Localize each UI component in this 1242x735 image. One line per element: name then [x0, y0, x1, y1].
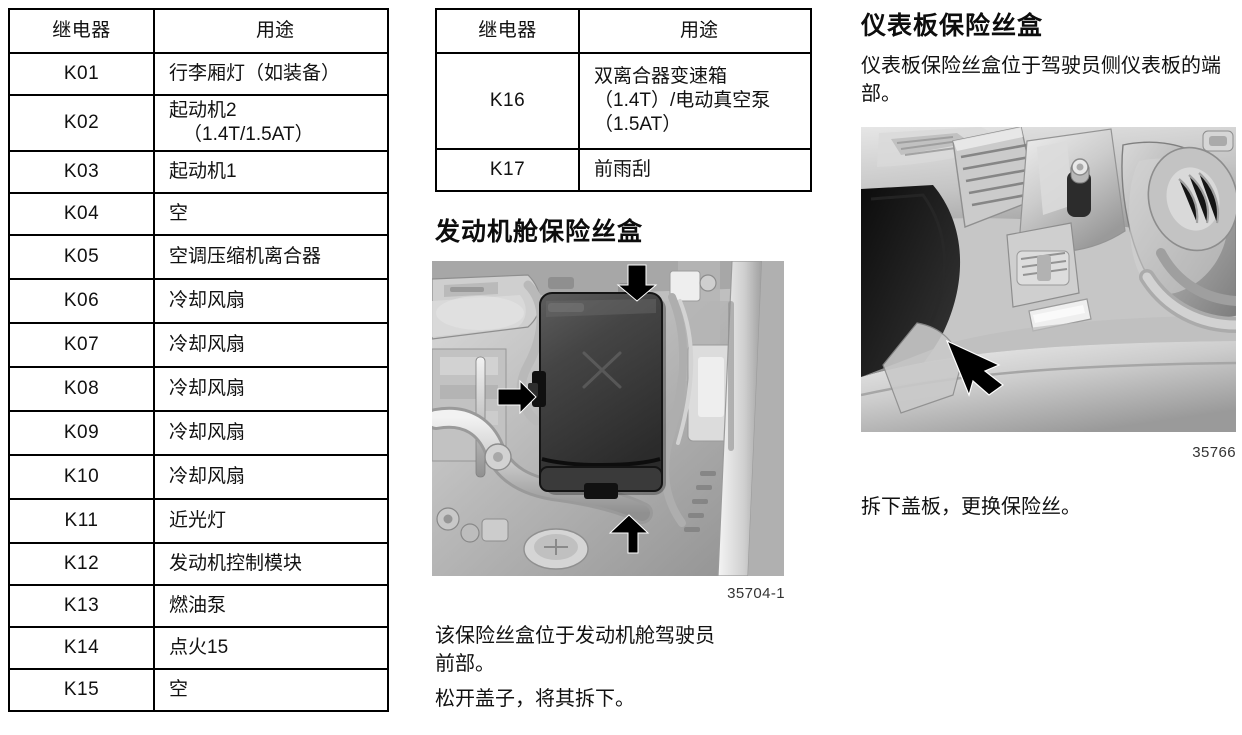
dash-figure-caption: 35766 — [1192, 444, 1236, 461]
relay-id-cell: K02 — [8, 94, 155, 152]
relay-id-cell: K12 — [8, 542, 155, 586]
table-row: K16 双离合器变速箱（1.4T）/电动真空泵（1.5AT） — [435, 52, 812, 150]
table-row: K01 行李厢灯（如装备） — [8, 52, 389, 96]
usage-main-text: 起动机2 — [169, 99, 237, 121]
table-row: K02 起动机2 （1.4T/1.5AT） — [8, 94, 389, 152]
relay-usage-cell: 空调压缩机离合器 — [153, 234, 389, 280]
relay-id-cell: K10 — [8, 454, 155, 500]
engine-figure-caption: 35704-1 — [727, 585, 785, 602]
relay-id-cell: K05 — [8, 234, 155, 280]
relay-id-cell: K11 — [8, 498, 155, 544]
relay-usage-cell: 双离合器变速箱（1.4T）/电动真空泵（1.5AT） — [578, 52, 812, 150]
relay-id-cell: K01 — [8, 52, 155, 96]
relay-usage-cell: 起动机2 （1.4T/1.5AT） — [153, 94, 389, 152]
table-row: K08 冷却风扇 — [8, 366, 389, 412]
relay-id-cell: K06 — [8, 278, 155, 324]
relay-id-cell: K17 — [435, 148, 580, 192]
relay-id-cell: K16 — [435, 52, 580, 150]
relay-usage-cell: 冷却风扇 — [153, 454, 389, 500]
relay-id-cell: K07 — [8, 322, 155, 368]
relay-id-cell: K15 — [8, 668, 155, 712]
relay-usage-cell: 点火15 — [153, 626, 389, 670]
table-row: K06 冷却风扇 — [8, 278, 389, 324]
dash-intro-paragraph: 仪表板保险丝盒位于驾驶员侧仪表板的端部。 — [861, 55, 1221, 106]
relay-usage-cell: 起动机1 — [153, 150, 389, 194]
table-row: K07 冷却风扇 — [8, 322, 389, 368]
table-header-row: 继电器 用途 — [8, 8, 389, 54]
table-row: K10 冷却风扇 — [8, 454, 389, 500]
engine-body-paragraph-1: 该保险丝盒位于发动机舱驾驶员前部。 — [435, 625, 715, 676]
engine-body-paragraph-2: 松开盖子，将其拆下。 — [435, 688, 635, 710]
relay-usage-cell: 燃油泵 — [153, 584, 389, 628]
column-header-usage: 用途 — [578, 8, 812, 54]
engine-fusebox-heading: 发动机舱保险丝盒 — [435, 218, 644, 246]
relay-usage-cell: 近光灯 — [153, 498, 389, 544]
relay-table-left: 继电器 用途 K01 行李厢灯（如装备） K02 起动机2 （1.4T/1.5AT） K0… — [8, 8, 389, 712]
relay-usage-cell: 冷却风扇 — [153, 410, 389, 456]
relay-id-cell: K13 — [8, 584, 155, 628]
table-row: K03 起动机1 — [8, 150, 389, 194]
table-header-row: 继电器 用途 — [435, 8, 812, 54]
engine-compartment-fusebox-photo — [432, 261, 784, 576]
relay-id-cell: K03 — [8, 150, 155, 194]
instrument-panel-fusebox-photo — [861, 127, 1236, 432]
table-row: K12 发动机控制模块 — [8, 542, 389, 586]
relay-usage-cell: 前雨刮 — [578, 148, 812, 192]
column-header-usage: 用途 — [153, 8, 389, 54]
relay-id-cell: K04 — [8, 192, 155, 236]
relay-usage-cell: 空 — [153, 668, 389, 712]
relay-table-mid: 继电器 用途 K16 双离合器变速箱（1.4T）/电动真空泵（1.5AT） K17 前… — [435, 8, 812, 192]
dash-body-paragraph-1: 拆下盖板，更换保险丝。 — [861, 496, 1081, 518]
relay-usage-cell: 冷却风扇 — [153, 366, 389, 412]
relay-usage-cell: 冷却风扇 — [153, 278, 389, 324]
relay-usage-cell: 发动机控制模块 — [153, 542, 389, 586]
table-row: K13 燃油泵 — [8, 584, 389, 628]
relay-id-cell: K08 — [8, 366, 155, 412]
dash-fusebox-heading: 仪表板保险丝盒 — [861, 12, 1044, 40]
table-row: K14 点火15 — [8, 626, 389, 670]
table-row: K09 冷却风扇 — [8, 410, 389, 456]
table-row: K04 空 — [8, 192, 389, 236]
relay-usage-cell: 冷却风扇 — [153, 322, 389, 368]
usage-sub-text: （1.4T/1.5AT） — [183, 124, 314, 145]
column-header-relay: 继电器 — [435, 8, 580, 54]
table-row: K15 空 — [8, 668, 389, 712]
column-header-relay: 继电器 — [8, 8, 155, 54]
table-row: K11 近光灯 — [8, 498, 389, 544]
table-row: K17 前雨刮 — [435, 148, 812, 192]
relay-usage-cell: 空 — [153, 192, 389, 236]
relay-usage-cell: 行李厢灯（如装备） — [153, 52, 389, 96]
relay-id-cell: K09 — [8, 410, 155, 456]
table-row: K05 空调压缩机离合器 — [8, 234, 389, 280]
relay-id-cell: K14 — [8, 626, 155, 670]
